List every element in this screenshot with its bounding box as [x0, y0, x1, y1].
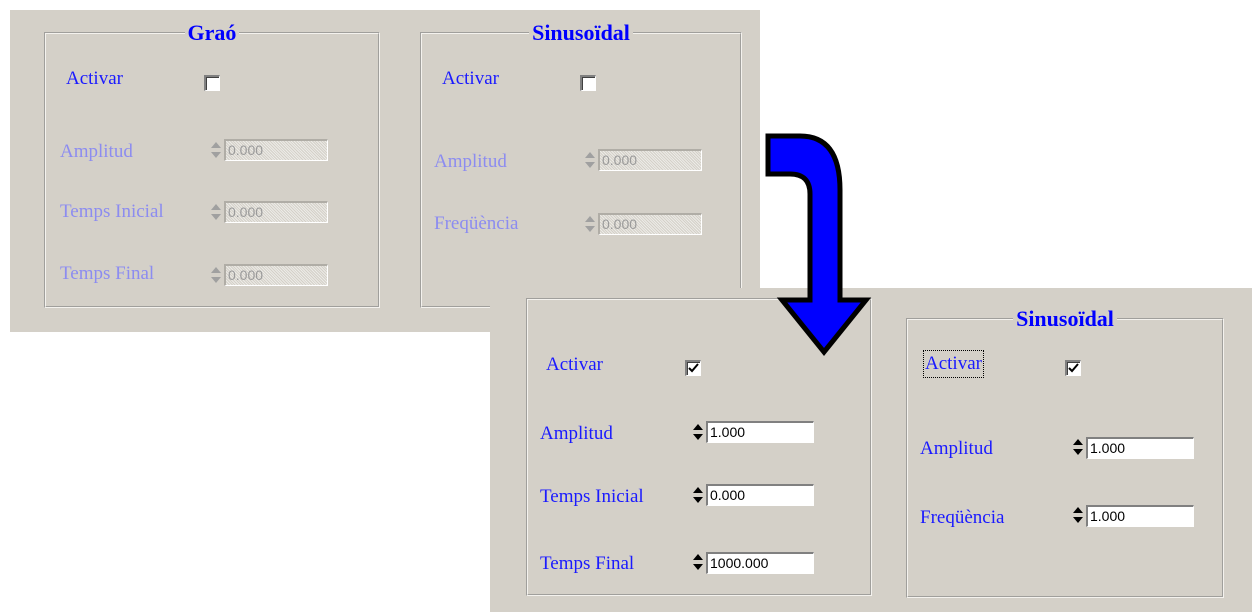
spinner-arrows-icon[interactable] — [1072, 438, 1084, 456]
checkbox-checkmark-icon — [1068, 363, 1079, 373]
spinner-arrows-icon[interactable] — [210, 203, 222, 221]
checkbox-checkmark-icon — [688, 363, 699, 373]
sin-activar-checkbox[interactable] — [1065, 360, 1081, 376]
spinner-arrows-icon[interactable] — [210, 141, 222, 159]
grao-temps-final-label: Temps Final — [60, 263, 155, 284]
spinner-arrows-icon[interactable] — [584, 151, 596, 169]
curved-down-arrow-icon — [765, 133, 872, 356]
spinner-arrows-icon[interactable] — [1072, 506, 1084, 524]
spinner-arrows-icon[interactable] — [584, 215, 596, 233]
grao-activar-label[interactable]: Activar — [546, 353, 603, 377]
sin-group-title: Sinusoïdal — [908, 306, 1222, 332]
sin-activar-label[interactable]: Activar — [923, 350, 984, 378]
grao-amplitud-label: Amplitud — [60, 141, 133, 162]
spinner-arrows-icon[interactable] — [692, 423, 704, 441]
sin-frequencia-field[interactable]: 0.000 — [598, 213, 702, 235]
sin-group-title: Sinusoïdal — [422, 20, 740, 46]
sin-activar-label[interactable]: Activar — [442, 67, 499, 91]
grao-title-text: Graó — [184, 20, 240, 45]
sin-activar-checkbox[interactable] — [580, 75, 596, 91]
spinner-arrows-icon[interactable] — [692, 553, 704, 571]
sin-title-text: Sinusoïdal — [1013, 306, 1117, 331]
grao-amplitud-field[interactable]: 1.000 — [706, 421, 814, 443]
grao-activar-checkbox[interactable] — [685, 360, 701, 376]
grao-temps-inicial-field[interactable]: 0.000 — [224, 201, 328, 223]
sin-amplitud-field[interactable]: 0.000 — [598, 149, 702, 171]
sin-frequencia-field[interactable]: 1.000 — [1086, 505, 1194, 527]
sin-amplitud-label: Amplitud — [434, 151, 507, 172]
grao-temps-inicial-label: Temps Inicial — [60, 201, 164, 222]
grao-temps-inicial-field[interactable]: 0.000 — [706, 484, 814, 506]
sin-frequencia-label: Freqüència — [920, 507, 1005, 528]
grao-group-title: Graó — [46, 20, 378, 46]
sin-title-text: Sinusoïdal — [529, 20, 633, 45]
grao-temps-final-field[interactable]: 1000.000 — [706, 552, 814, 574]
sin-amplitud-label: Amplitud — [920, 438, 993, 459]
sin-frequencia-label: Freqüència — [434, 213, 519, 234]
sin-amplitud-field[interactable]: 1.000 — [1086, 437, 1194, 459]
grao-activar-checkbox[interactable] — [204, 75, 220, 91]
grao-temps-final-label: Temps Final — [540, 553, 635, 574]
grao-temps-final-field[interactable]: 0.000 — [224, 264, 328, 286]
grao-activar-label[interactable]: Activar — [66, 67, 123, 91]
grao-amplitud-field[interactable]: 0.000 — [224, 139, 328, 161]
grao-amplitud-label: Amplitud — [540, 423, 613, 444]
spinner-arrows-icon[interactable] — [692, 486, 704, 504]
grao-temps-inicial-label: Temps Inicial — [540, 486, 644, 507]
top-panel-disabled-state: Graó Activar Amplitud 0.000 Temps Inicia… — [10, 10, 760, 332]
spinner-arrows-icon[interactable] — [210, 266, 222, 284]
